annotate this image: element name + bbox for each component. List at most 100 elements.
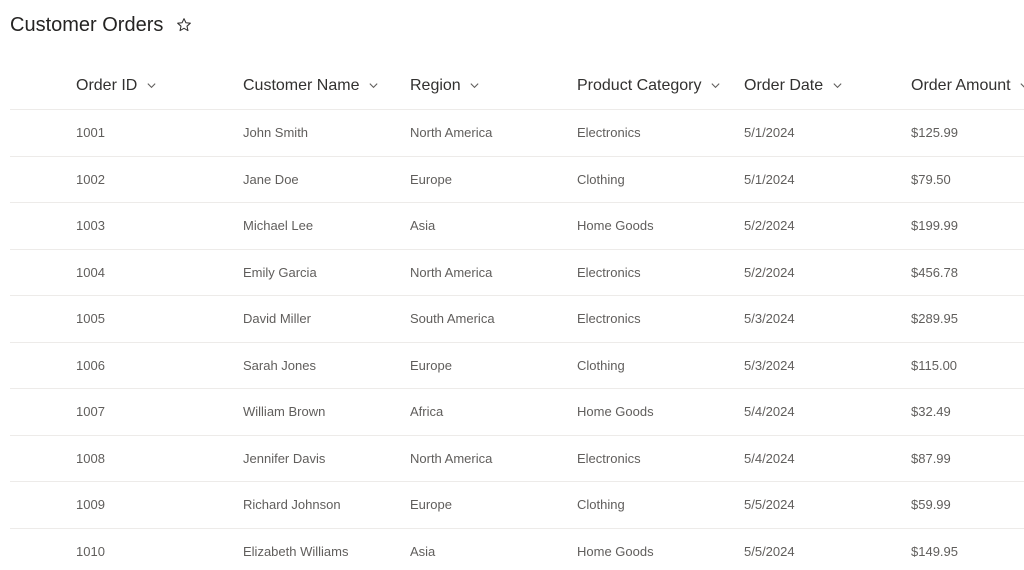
chevron-down-icon[interactable] <box>145 80 157 92</box>
title-bar: Customer Orders <box>10 10 193 40</box>
cell-customer-name: Jennifer Davis <box>243 450 326 466</box>
orders-list: Order ID Customer Name Region Product Categ… <box>10 62 1024 570</box>
cell-order-amount: $32.49 <box>911 404 951 420</box>
table-row[interactable]: 1003 Michael Lee Asia Home Goods 5/2/2024 $19… <box>10 203 1024 250</box>
table-row[interactable]: 1002 Jane Doe Europe Clothing 5/1/2024 $79.50 <box>10 157 1024 203</box>
table-row[interactable]: 1001 John Smith North America Electronics 5/… <box>10 110 1024 157</box>
cell-product-category: Clothing <box>577 171 625 187</box>
cell-order-amount: $59.99 <box>911 497 951 513</box>
cell-region: Asia <box>410 218 436 234</box>
column-header-button[interactable]: Product Category <box>577 77 744 95</box>
cell-customer-name: Jane Doe <box>243 171 299 187</box>
cell-order-date: 5/2/2024 <box>744 218 795 234</box>
cell-customer-name: Elizabeth Williams <box>243 543 349 559</box>
column-header-button[interactable]: Customer Name <box>243 77 410 95</box>
cell-order-amount: $79.50 <box>911 171 951 187</box>
column-header-order-id[interactable]: Order ID <box>76 77 243 95</box>
column-header-button[interactable]: Region <box>410 77 577 95</box>
cell-customer-name: Michael Lee <box>243 218 314 234</box>
table-row[interactable]: 1005 David Miller South America Electronics… <box>10 296 1024 343</box>
column-header-product-category[interactable]: Product Category <box>577 77 744 95</box>
column-header-label: Product Category <box>577 76 702 94</box>
cell-product-category: Clothing <box>577 497 625 513</box>
cell-customer-name: Sarah Jones <box>243 357 316 373</box>
cell-customer-name: David Miller <box>243 311 311 327</box>
cell-product-category: Electronics <box>577 264 641 280</box>
column-header-label: Order Date <box>744 76 824 94</box>
chevron-down-icon[interactable] <box>710 80 722 92</box>
column-header-order-date[interactable]: Order Date <box>744 77 911 95</box>
column-header-label: Order ID <box>76 76 138 94</box>
page-title: Customer Orders <box>10 13 164 36</box>
column-header-customer-name[interactable]: Customer Name <box>243 77 410 95</box>
cell-order-date: 5/5/2024 <box>744 543 795 559</box>
cell-order-date: 5/4/2024 <box>744 404 795 420</box>
cell-region: Europe <box>410 171 452 187</box>
star-outline-icon[interactable] <box>175 16 193 34</box>
chevron-down-icon[interactable] <box>1019 80 1024 92</box>
cell-region: Europe <box>410 357 452 373</box>
cell-order-amount: $87.99 <box>911 450 951 466</box>
cell-product-category: Electronics <box>577 450 641 466</box>
cell-region: Europe <box>410 497 452 513</box>
cell-customer-name: Richard Johnson <box>243 497 341 513</box>
cell-order-date: 5/3/2024 <box>744 311 795 327</box>
cell-product-category: Home Goods <box>577 543 654 559</box>
cell-order-amount: $199.99 <box>911 218 958 234</box>
cell-product-category: Electronics <box>577 125 641 141</box>
cell-customer-name: William Brown <box>243 404 326 420</box>
table-row[interactable]: 1006 Sarah Jones Europe Clothing 5/3/2024 $11… <box>10 343 1024 389</box>
cell-region: North America <box>410 125 493 141</box>
column-header-label: Region <box>410 76 461 94</box>
table-row[interactable]: 1010 Elizabeth Williams Asia Home Goods 5/5/… <box>10 529 1024 570</box>
cell-region: South America <box>410 311 495 327</box>
column-header-button[interactable]: Order ID <box>76 77 243 95</box>
chevron-down-icon[interactable] <box>469 80 481 92</box>
cell-order-id: 1006 <box>76 357 105 373</box>
cell-order-date: 5/5/2024 <box>744 497 795 513</box>
table-row[interactable]: 1007 William Brown Africa Home Goods 5/4/202… <box>10 389 1024 436</box>
column-header-button[interactable]: Order Amount <box>911 77 1024 95</box>
cell-order-id: 1009 <box>76 497 105 513</box>
cell-order-id: 1003 <box>76 218 105 234</box>
cell-order-amount: $149.95 <box>911 543 958 559</box>
column-header-label: Order Amount <box>911 76 1011 94</box>
column-header-button[interactable]: Order Date <box>744 77 911 95</box>
cell-order-id: 1005 <box>76 311 105 327</box>
column-header-region[interactable]: Region <box>410 77 577 95</box>
table-row[interactable]: 1009 Richard Johnson Europe Clothing 5/5/202… <box>10 482 1024 529</box>
cell-order-amount: $289.95 <box>911 311 958 327</box>
table-row[interactable]: 1004 Emily Garcia North America Electronics… <box>10 250 1024 296</box>
cell-region: North America <box>410 450 493 466</box>
cell-order-amount: $456.78 <box>911 264 958 280</box>
cell-order-id: 1008 <box>76 450 105 466</box>
cell-order-date: 5/3/2024 <box>744 357 795 373</box>
cell-order-amount: $125.99 <box>911 125 958 141</box>
table-row[interactable]: 1008 Jennifer Davis North America Electroni… <box>10 436 1024 482</box>
cell-order-date: 5/1/2024 <box>744 125 795 141</box>
cell-customer-name: John Smith <box>243 125 309 141</box>
cell-product-category: Home Goods <box>577 404 654 420</box>
cell-order-id: 1002 <box>76 171 105 187</box>
cell-region: Africa <box>410 404 444 420</box>
cell-order-date: 5/1/2024 <box>744 171 795 187</box>
chevron-down-icon[interactable] <box>831 80 843 92</box>
cell-product-category: Home Goods <box>577 218 654 234</box>
cell-order-date: 5/4/2024 <box>744 450 795 466</box>
cell-region: Asia <box>410 543 436 559</box>
cell-order-amount: $115.00 <box>911 357 958 373</box>
page: Customer Orders Order ID Customer Name Reg… <box>0 0 1024 570</box>
cell-order-id: 1001 <box>76 125 105 141</box>
cell-customer-name: Emily Garcia <box>243 264 317 280</box>
cell-product-category: Clothing <box>577 357 625 373</box>
cell-order-id: 1004 <box>76 264 105 280</box>
cell-region: North America <box>410 264 493 280</box>
cell-order-id: 1010 <box>76 543 105 559</box>
column-header-row: Order ID Customer Name Region Product Categ… <box>10 62 1024 110</box>
cell-product-category: Electronics <box>577 311 641 327</box>
cell-order-id: 1007 <box>76 404 105 420</box>
cell-order-date: 5/2/2024 <box>744 264 795 280</box>
list-body: 1001 John Smith North America Electronics 5/… <box>10 110 1024 570</box>
column-header-order-amount[interactable]: Order Amount <box>911 77 1024 95</box>
chevron-down-icon[interactable] <box>367 80 379 92</box>
